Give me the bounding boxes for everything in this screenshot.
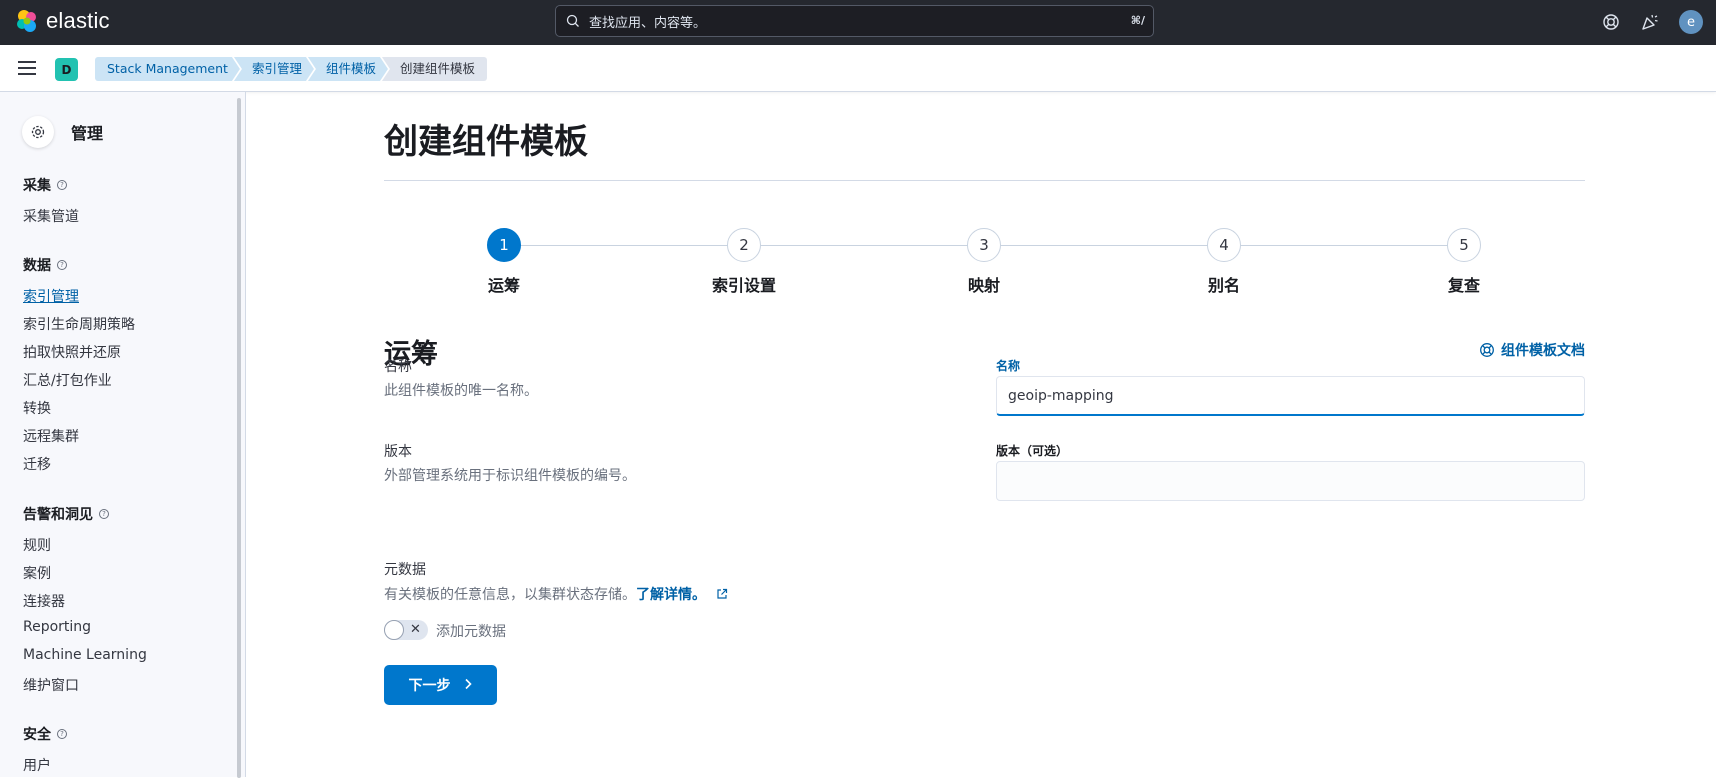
sidebar-item-ilm-policies[interactable]: 索引生命周期策略: [23, 314, 135, 334]
step-1-circle[interactable]: 1: [487, 228, 521, 262]
sidebar-group-data: 数据?: [23, 255, 67, 275]
sidebar-header: 管理: [22, 116, 103, 148]
step-5-circle[interactable]: 5: [1447, 228, 1481, 262]
user-avatar[interactable]: e: [1679, 10, 1703, 34]
name-description: 此组件模板的唯一名称。: [384, 383, 538, 399]
sidebar-item-migrate[interactable]: 迁移: [23, 454, 51, 474]
sidebar-group-ingest: 采集?: [23, 175, 67, 195]
sidebar-title: 管理: [71, 124, 104, 143]
version-row-label: 版本: [384, 444, 412, 460]
sidebar-item-reporting[interactable]: Reporting: [23, 619, 91, 635]
sidebar-item-users[interactable]: 用户: [23, 755, 51, 775]
gear-icon: [22, 116, 54, 148]
breadcrumb-bar: D Stack Management 索引管理 组件模板 创建组件模板: [0, 45, 1716, 92]
sidebar-item-ingest-pipelines[interactable]: 采集管道: [23, 206, 79, 226]
version-description: 外部管理系统用于标识组件模板的编号。: [384, 468, 636, 484]
step-3-label[interactable]: 映射: [924, 272, 1044, 296]
metadata-row-label: 元数据: [384, 562, 426, 578]
brand-name: elastic: [46, 8, 110, 33]
global-search-bar[interactable]: 查找应用、内容等。 ⌘/: [555, 5, 1154, 37]
search-placeholder: 查找应用、内容等。: [589, 15, 707, 31]
info-icon[interactable]: ?: [57, 260, 67, 270]
sidebar-item-cases[interactable]: 案例: [23, 563, 51, 583]
title-divider: [384, 180, 1585, 181]
info-icon[interactable]: ?: [57, 180, 67, 190]
info-icon[interactable]: ?: [57, 729, 67, 739]
help-icon: [1480, 343, 1494, 357]
breadcrumb-current-page: 创建组件模板: [381, 57, 487, 81]
sidebar-scrollbar[interactable]: [237, 98, 241, 778]
name-input[interactable]: [996, 376, 1585, 416]
metadata-description: 有关模板的任意信息，以集群状态存储。了解详情。: [384, 584, 728, 604]
version-field-label: 版本（可选）: [996, 444, 1069, 458]
top-header: elastic 查找应用、内容等。 ⌘/ e: [0, 0, 1716, 45]
step-2-circle[interactable]: 2: [727, 228, 761, 262]
breadcrumb-component-templates[interactable]: 组件模板: [308, 57, 388, 81]
sidebar-item-maintenance-windows[interactable]: 维护窗口: [23, 675, 79, 695]
sidebar-item-transforms[interactable]: 转换: [23, 398, 51, 418]
version-input[interactable]: [996, 461, 1585, 501]
news-feed-icon[interactable]: [1640, 12, 1660, 32]
sidebar-item-rules[interactable]: 规则: [23, 535, 51, 555]
add-metadata-label[interactable]: 添加元数据: [436, 621, 506, 641]
external-link-icon: [717, 588, 728, 599]
space-avatar[interactable]: D: [55, 58, 78, 81]
sidebar-item-connectors[interactable]: 连接器: [23, 591, 65, 611]
breadcrumb: Stack Management 索引管理 组件模板 创建组件模板: [95, 57, 487, 81]
next-button[interactable]: 下一步: [384, 665, 497, 705]
toggle-knob: [384, 620, 404, 640]
name-field-label: 名称: [996, 359, 1021, 373]
sidebar-item-rollup-jobs[interactable]: 汇总/打包作业: [23, 370, 112, 390]
close-icon: ✕: [410, 622, 421, 637]
main-content: 创建组件模板 1 2 3 4 5 运筹 索引设置 映射 别名 复查 运筹 组件模…: [247, 92, 1716, 777]
info-icon[interactable]: ?: [99, 509, 109, 519]
sidebar-item-remote-clusters[interactable]: 远程集群: [23, 426, 79, 446]
add-metadata-toggle[interactable]: ✕: [384, 620, 428, 640]
sidebar-item-snapshot-restore[interactable]: 拍取快照并还原: [23, 342, 121, 362]
name-row-label: 名称: [384, 359, 412, 375]
sidebar-item-index-management[interactable]: 索引管理: [23, 286, 79, 306]
search-icon: [566, 14, 579, 27]
step-2-label[interactable]: 索引设置: [684, 272, 804, 296]
learn-more-link[interactable]: 了解详情。: [636, 587, 706, 603]
step-3-circle[interactable]: 3: [967, 228, 1001, 262]
component-template-docs-link[interactable]: 组件模板文档: [1479, 340, 1585, 360]
step-4-circle[interactable]: 4: [1207, 228, 1241, 262]
hamburger-menu-icon[interactable]: [18, 61, 36, 75]
help-icon[interactable]: [1601, 12, 1621, 32]
chevron-right-icon: [463, 677, 473, 693]
step-5-label[interactable]: 复查: [1404, 272, 1524, 296]
elastic-logo-icon: [17, 10, 36, 32]
search-shortcut: ⌘/: [1130, 14, 1145, 27]
page-title: 创建组件模板: [384, 122, 588, 162]
sidebar-group-alerts-insights: 告警和洞见?: [23, 504, 109, 524]
step-1-label[interactable]: 运筹: [444, 272, 564, 296]
elastic-logo[interactable]: elastic: [14, 8, 110, 34]
sidebar-group-security: 安全?: [23, 724, 67, 744]
sidebar-item-machine-learning[interactable]: Machine Learning: [23, 647, 147, 663]
step-4-label[interactable]: 别名: [1164, 272, 1284, 296]
breadcrumb-index-management[interactable]: 索引管理: [234, 57, 314, 81]
breadcrumb-stack-management[interactable]: Stack Management: [95, 57, 240, 81]
management-sidebar: 管理 采集? 采集管道 数据? 索引管理 索引生命周期策略 拍取快照并还原 汇总…: [0, 92, 246, 778]
